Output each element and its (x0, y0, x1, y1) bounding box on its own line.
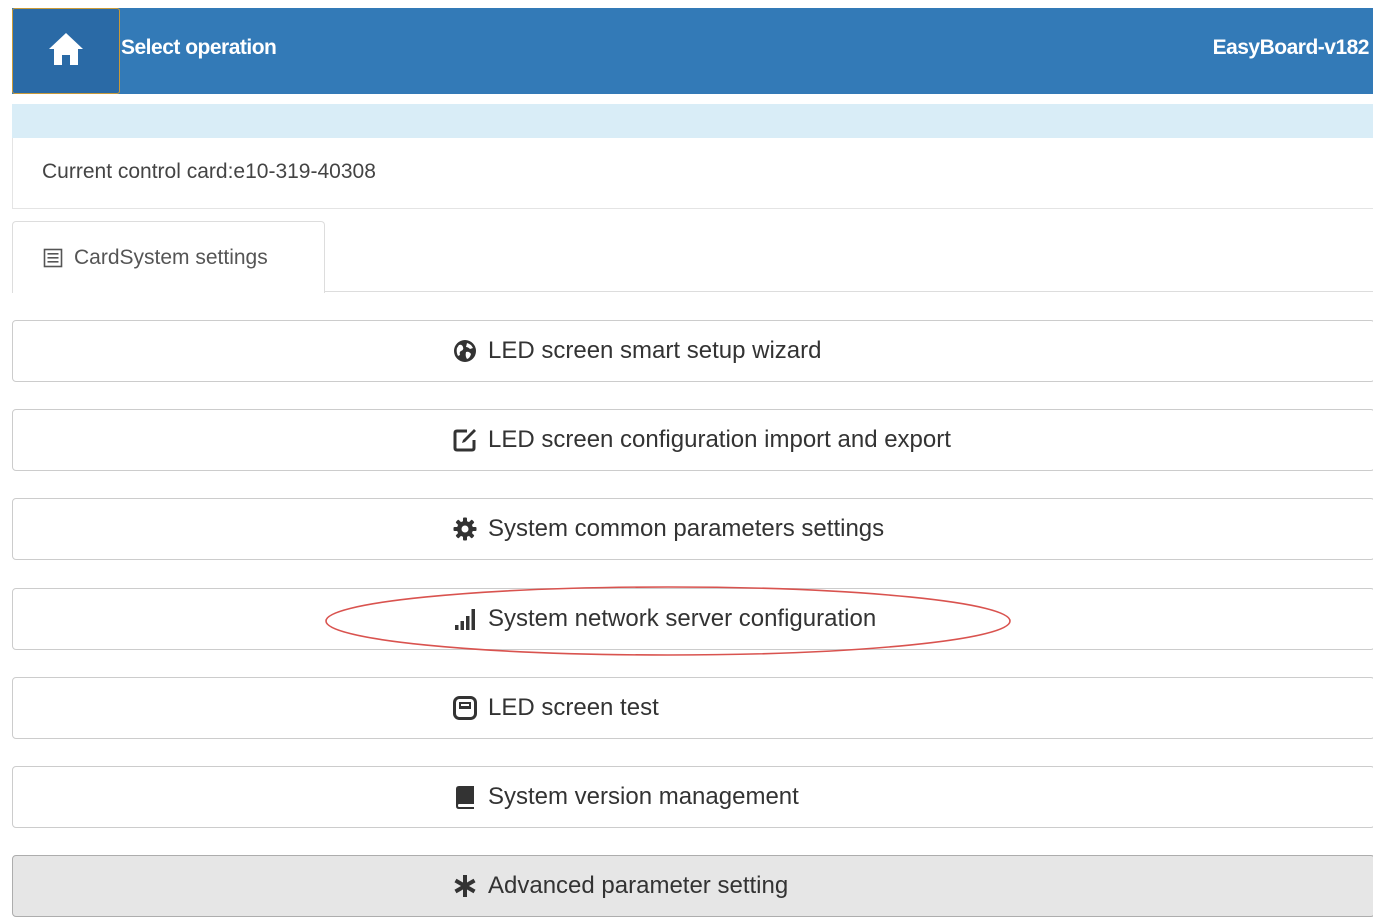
advanced-parameter-button[interactable]: Advanced parameter setting (12, 855, 1373, 917)
control-card-panel: Current control card:e10-319-40308 (12, 138, 1373, 209)
version-label: EasyBoard-v182 (1212, 36, 1370, 59)
top-navbar: Select operation EasyBoard-v182 (12, 8, 1373, 94)
led-screen-test-button[interactable]: LED screen test (12, 677, 1373, 739)
tab-label: CardSystem settings (74, 245, 268, 269)
globe-icon (452, 338, 478, 364)
edit-icon (452, 427, 478, 453)
menu-label: LED screen configuration import and expo… (488, 426, 951, 453)
tab-card-system-settings[interactable]: CardSystem settings (12, 221, 325, 293)
config-import-export-button[interactable]: LED screen configuration import and expo… (12, 409, 1373, 471)
common-parameters-button[interactable]: System common parameters settings (12, 498, 1373, 560)
menu-label: System network server configuration (488, 605, 877, 632)
menu-label: LED screen test (488, 694, 659, 721)
asterisk-icon (452, 873, 478, 899)
gear-icon (452, 516, 478, 542)
screen-icon (452, 695, 478, 721)
menu-label: System common parameters settings (488, 515, 885, 542)
menu-label: LED screen smart setup wizard (488, 337, 822, 364)
home-button[interactable] (12, 8, 120, 94)
control-card-text: Current control card:e10-319-40308 (42, 160, 376, 183)
setup-wizard-button[interactable]: LED screen smart setup wizard (12, 320, 1373, 382)
signal-icon (452, 606, 478, 632)
network-server-config-button[interactable]: System network server configuration (12, 588, 1373, 650)
page-title: Select operation (121, 36, 277, 59)
home-icon (47, 31, 85, 72)
tab-divider (325, 291, 1373, 292)
list-icon (43, 248, 63, 268)
menu-label: System version management (488, 783, 799, 810)
version-management-button[interactable]: System version management (12, 766, 1373, 828)
info-alert-bar (12, 104, 1373, 138)
menu-label: Advanced parameter setting (488, 872, 789, 899)
book-icon (452, 784, 478, 810)
